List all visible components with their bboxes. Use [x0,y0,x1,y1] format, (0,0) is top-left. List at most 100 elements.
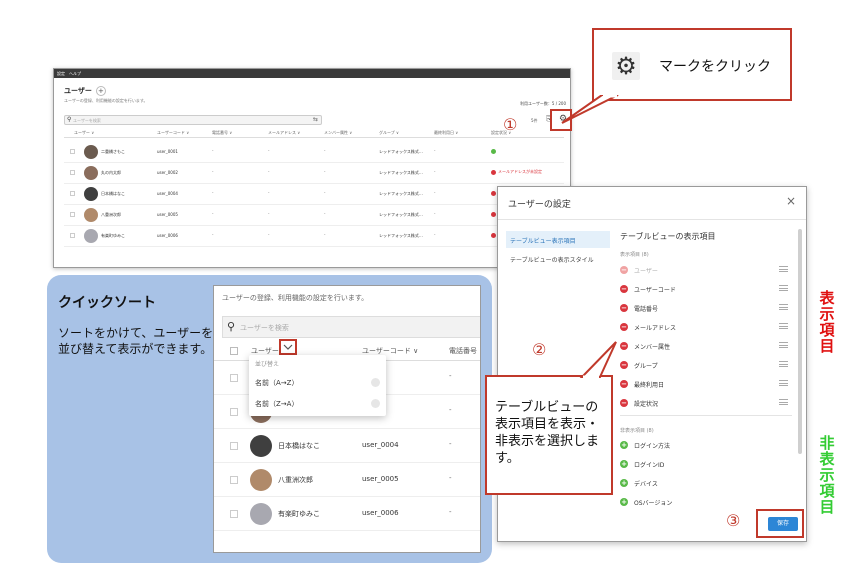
user-name[interactable]: 有楽町ゆみこ [278,509,320,519]
drag-handle-icon[interactable] [779,285,788,291]
sort-toggle-highlight[interactable] [279,339,297,355]
plus-icon[interactable]: + [620,479,628,487]
table-row[interactable]: 丸の内太郎 user_0002 - - - レッドフォックス株式… - メールアドレスが未設定 [64,163,564,184]
hidden-item[interactable]: + ログイン方法 [620,439,792,451]
plus-icon[interactable]: + [620,498,628,506]
row-checkbox[interactable] [230,510,238,518]
user-name[interactable]: 有楽町ゆみこ [101,233,125,239]
drag-handle-icon[interactable] [779,266,788,272]
sort-desc-radio[interactable] [371,399,380,408]
table-row[interactable]: 有楽町ゆみこ user_0006 - - - レッドフォックス株式… - [64,226,564,247]
phone-cell: - [449,440,452,448]
drag-handle-icon[interactable] [779,399,788,405]
select-all-checkbox[interactable] [230,347,238,355]
phone-cell: - [212,232,214,237]
phone-cell: - [212,148,214,153]
row-checkbox[interactable] [70,149,75,154]
member-cell: - [324,148,326,153]
plus-icon[interactable]: + [620,441,628,449]
menu-help[interactable]: ヘルプ [69,69,81,78]
drag-handle-icon[interactable] [779,380,788,386]
col-user[interactable]: ユーザー ∨ [74,130,94,136]
nav-table-view-items[interactable]: テーブルビュー表示項目 [506,231,610,248]
shown-item[interactable]: − メールアドレス [620,321,792,333]
last-used-cell: - [434,211,436,216]
drag-handle-icon[interactable] [779,342,788,348]
table-row[interactable]: 有楽町ゆみこ user_0006 - [214,497,480,531]
table-row[interactable]: 日本橋はなこ user_0004 - - - レッドフォックス株式… - [64,184,564,205]
col-email[interactable]: メールアドレス ∨ [268,130,300,136]
callout-pointer [579,341,617,379]
row-checkbox[interactable] [70,233,75,238]
search-input[interactable]: ⚲ ユーザーを検索 ⇆ [64,115,322,125]
table-row[interactable]: 八重洲次郎 user_0005 - [214,463,480,497]
user-name[interactable]: 八重洲次郎 [101,212,121,218]
page-title: ユーザー [64,87,92,95]
filter-icon[interactable]: ⇆ [313,116,318,123]
row-checkbox[interactable] [70,212,75,217]
hidden-item[interactable]: + OSバージョン [620,496,792,508]
col-group[interactable]: グループ ∨ [379,130,399,136]
row-checkbox[interactable] [230,374,238,382]
hidden-item[interactable]: + ログインID [620,458,792,470]
avatar [84,166,98,180]
table-row[interactable]: 二重橋さもこ user_0001 - - - レッドフォックス株式… - [64,142,564,163]
col-member[interactable]: メンバー属性 ∨ [324,130,352,136]
group-cell: レッドフォックス株式… [379,149,423,154]
nav-table-view-style[interactable]: テーブルビューの表示スタイル [510,255,594,264]
minus-icon[interactable]: − [620,323,628,331]
divider [498,219,806,220]
plus-icon[interactable]: + [620,460,628,468]
scrollbar[interactable] [798,229,802,454]
drag-handle-icon[interactable] [779,304,788,310]
minus-icon[interactable]: − [620,266,628,274]
user-name[interactable]: 丸の内太郎 [101,170,121,176]
avatar [250,469,272,491]
minus-icon[interactable]: − [620,361,628,369]
hidden-item[interactable]: + デバイス [620,477,792,489]
item-label: ユーザー [634,268,658,275]
user-name[interactable]: 日本橋はなこ [101,191,125,197]
row-checkbox[interactable] [230,476,238,484]
item-label: メールアドレス [634,325,677,332]
minus-icon[interactable]: − [620,304,628,312]
col-last-used[interactable]: 最終利用日 ∨ [434,130,458,136]
shown-item[interactable]: − ユーザーコード [620,283,792,295]
col-phone[interactable]: 電話番号 ∨ [449,346,480,356]
minus-icon[interactable]: − [620,399,628,407]
user-name[interactable]: 二重橋さもこ [101,149,125,155]
drag-handle-icon[interactable] [779,361,788,367]
user-name[interactable]: 八重洲次郎 [278,475,313,485]
shown-item[interactable]: − 設定状況 [620,397,792,409]
menu-settings[interactable]: 設定 [57,69,65,78]
drag-handle-icon[interactable] [779,323,788,329]
email-cell: - [268,232,270,237]
minus-icon[interactable]: − [620,380,628,388]
shown-item[interactable]: − 最終利用日 [620,378,792,390]
table-row[interactable]: 八重洲次郎 user_0005 - - - レッドフォックス株式… - [64,205,564,226]
close-icon[interactable]: × [786,194,796,208]
phone-cell: - [449,508,452,516]
user-code: user_0001 [157,149,178,154]
table-row[interactable]: 日本橋はなこ user_0004 - [214,429,480,463]
minus-icon[interactable]: − [620,342,628,350]
row-checkbox[interactable] [230,442,238,450]
col-phone[interactable]: 電話番号 ∨ [212,130,232,136]
sort-asc-radio[interactable] [371,378,380,387]
add-user-button[interactable]: + [95,86,106,96]
row-checkbox[interactable] [70,170,75,175]
shown-item[interactable]: − ユーザー [620,264,792,276]
row-checkbox[interactable] [70,191,75,196]
search-input[interactable]: ⚲ ユーザーを検索 [222,316,480,338]
sort-option-asc[interactable]: 名前（A→Z） [255,378,298,388]
minus-icon[interactable]: − [620,285,628,293]
callout-pointer [561,95,619,124]
shown-item[interactable]: − メンバー属性 [620,340,792,352]
user-name[interactable]: 日本橋はなこ [278,441,320,451]
shown-item[interactable]: − グループ [620,359,792,371]
row-checkbox[interactable] [230,408,238,416]
sort-option-desc[interactable]: 名前（Z→A） [255,399,298,409]
email-cell: - [268,190,270,195]
shown-item[interactable]: − 電話番号 [620,302,792,314]
col-code[interactable]: ユーザーコード ∨ [157,130,189,136]
